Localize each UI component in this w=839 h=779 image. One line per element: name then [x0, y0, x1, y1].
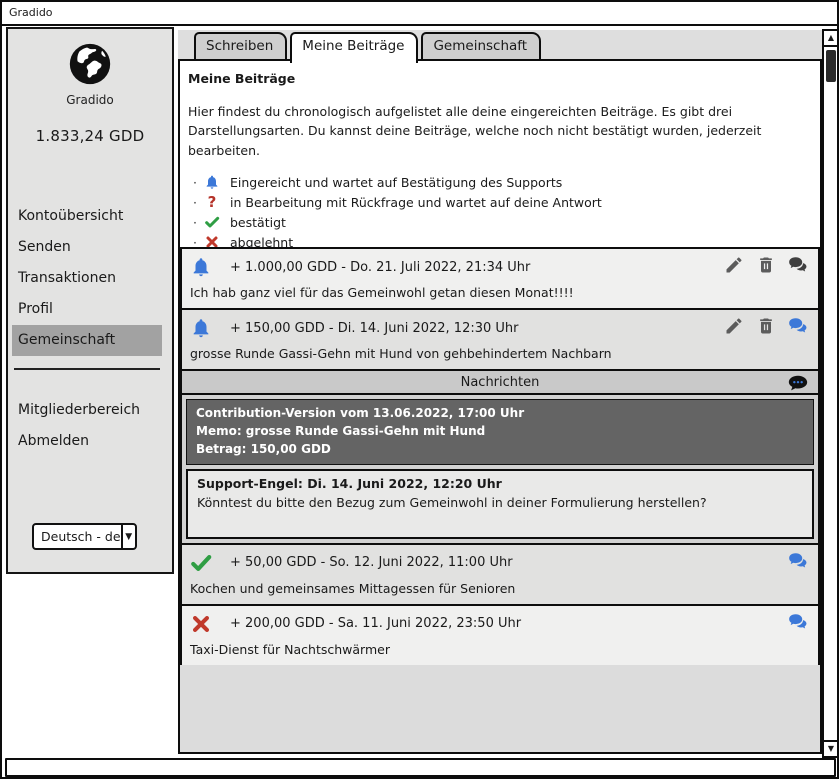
- legend-item-eingereicht: · Eingereicht und wartet auf Bestätigung…: [188, 172, 810, 192]
- contribution-amount-date: + 150,00 GDD - Di. 14. Juni 2022, 12:30 …: [230, 321, 519, 336]
- legend-text: bestätigt: [230, 215, 286, 230]
- contribution-amount-date: + 1.000,00 GDD - Do. 21. Juli 2022, 21:3…: [230, 260, 530, 275]
- chevron-down-icon[interactable]: ▼: [121, 525, 135, 548]
- horizontal-scrollbar[interactable]: [5, 758, 836, 777]
- sidebar-secondary-menu: Mitgliederbereich Abmelden: [12, 395, 162, 457]
- legend-item-bestaetigt: · bestätigt: [188, 212, 810, 232]
- edit-icon[interactable]: [724, 316, 744, 340]
- version-memo: Memo: grosse Runde Gassi-Gehn mit Hund: [196, 422, 804, 440]
- scroll-down-icon[interactable]: ▼: [824, 740, 838, 756]
- balance-amount: 1.833,24 GDD: [8, 127, 172, 145]
- contribution-row[interactable]: + 150,00 GDD - Di. 14. Juni 2022, 12:30 …: [180, 308, 820, 371]
- status-legend: · Eingereicht und wartet auf Bestätigung…: [188, 172, 810, 252]
- main-panel: Meine Beiträge Hier findest du chronolog…: [178, 59, 822, 754]
- chat-icon[interactable]: [788, 612, 808, 636]
- messages-header-title: Nachrichten: [461, 375, 540, 390]
- sidebar-divider: [14, 368, 160, 370]
- contribution-memo: Kochen und gemeinsames Mittagessen für S…: [182, 577, 818, 604]
- contribution-memo: grosse Runde Gassi-Gehn mit Hund von geh…: [182, 342, 818, 369]
- scroll-up-icon[interactable]: ▲: [824, 31, 838, 47]
- bell-icon: [202, 173, 222, 191]
- language-select[interactable]: Deutsch - de ▼: [32, 523, 137, 550]
- logo: Gradido: [8, 42, 172, 107]
- edit-icon[interactable]: [724, 255, 744, 279]
- contribution-amount-date: + 50,00 GDD - So. 12. Juni 2022, 11:00 U…: [230, 555, 513, 570]
- messages-header: Nachrichten: [180, 369, 820, 395]
- tab-strip: Schreiben Meine Beiträge Gemeinschaft: [178, 30, 822, 59]
- contribution-version-message: Contribution-Version vom 13.06.2022, 17:…: [186, 399, 814, 465]
- tab-schreiben[interactable]: Schreiben: [194, 32, 287, 59]
- question-icon: ?: [202, 193, 222, 211]
- support-text: Könntest du bitte den Bezug zum Gemeinwo…: [197, 494, 803, 513]
- page-title: Meine Beiträge: [188, 71, 810, 86]
- legend-text: Eingereicht und wartet auf Bestätigung d…: [230, 175, 562, 190]
- bullet: ·: [188, 215, 202, 230]
- intro-text: Hier findest du chronologisch aufgeliste…: [188, 102, 800, 160]
- scrollbar-thumb[interactable]: [826, 50, 836, 82]
- app-window: Gradido Gradido 1.833,24 GDD Kontoübersi…: [0, 0, 839, 779]
- legend-item-rueckfrage: · ? in Bearbeitung mit Rückfrage und war…: [188, 192, 810, 212]
- sidebar-item-kontouebersicht[interactable]: Kontoübersicht: [12, 201, 162, 232]
- sidebar: Gradido 1.833,24 GDD Kontoübersicht Send…: [6, 27, 174, 574]
- sidebar-item-senden[interactable]: Senden: [12, 232, 162, 263]
- tab-meine-beitraege[interactable]: Meine Beiträge: [290, 32, 418, 63]
- contribution-memo: Ich hab ganz viel für das Gemeinwohl get…: [182, 281, 818, 308]
- chat-icon[interactable]: [788, 255, 808, 279]
- version-line: Contribution-Version vom 13.06.2022, 17:…: [196, 404, 804, 422]
- contribution-amount-date: + 200,00 GDD - Sa. 11. Juni 2022, 23:50 …: [230, 616, 521, 631]
- legend-text: in Bearbeitung mit Rückfrage und wartet …: [230, 195, 602, 210]
- vertical-scrollbar[interactable]: ▲ ▼: [822, 29, 839, 758]
- contribution-row[interactable]: + 1.000,00 GDD - Do. 21. Juli 2022, 21:3…: [180, 247, 820, 310]
- chat-icon[interactable]: [788, 551, 808, 575]
- globe-icon: [68, 71, 112, 90]
- window-titlebar: Gradido: [2, 2, 837, 26]
- logo-label: Gradido: [8, 93, 172, 107]
- language-select-value: Deutsch - de: [34, 525, 121, 548]
- contribution-row[interactable]: + 200,00 GDD - Sa. 11. Juni 2022, 23:50 …: [180, 604, 820, 667]
- window-title: Gradido: [9, 6, 53, 19]
- version-amount: Betrag: 150,00 GDD: [196, 440, 804, 458]
- content-filler: [180, 665, 820, 753]
- bell-icon: [190, 256, 214, 278]
- delete-icon[interactable]: [756, 255, 776, 279]
- sidebar-item-transaktionen[interactable]: Transaktionen: [12, 263, 162, 294]
- sidebar-item-mitgliederbereich[interactable]: Mitgliederbereich: [12, 395, 162, 426]
- chat-icon[interactable]: [788, 316, 808, 340]
- delete-icon[interactable]: [756, 316, 776, 340]
- contribution-memo: Taxi-Dienst für Nachtschwärmer: [182, 638, 818, 665]
- tab-gemeinschaft[interactable]: Gemeinschaft: [421, 32, 541, 59]
- sidebar-menu: Kontoübersicht Senden Transaktionen Prof…: [12, 201, 162, 370]
- cross-icon: [190, 613, 214, 635]
- contribution-row[interactable]: + 50,00 GDD - So. 12. Juni 2022, 11:00 U…: [180, 543, 820, 606]
- bell-icon: [190, 317, 214, 339]
- intro-section: Meine Beiträge Hier findest du chronolog…: [180, 61, 820, 249]
- messages-panel: Contribution-Version vom 13.06.2022, 17:…: [180, 393, 820, 545]
- sidebar-item-gemeinschaft[interactable]: Gemeinschaft: [12, 325, 162, 356]
- bullet: ·: [188, 195, 202, 210]
- support-author-line: Support-Engel: Di. 14. Juni 2022, 12:20 …: [197, 475, 803, 494]
- chat-ellipsis-icon[interactable]: [786, 373, 810, 399]
- support-message: Support-Engel: Di. 14. Juni 2022, 12:20 …: [186, 469, 814, 539]
- sidebar-item-abmelden[interactable]: Abmelden: [12, 426, 162, 457]
- check-icon: [190, 552, 214, 574]
- check-icon: [202, 213, 222, 231]
- sidebar-item-profil[interactable]: Profil: [12, 294, 162, 325]
- bullet: ·: [188, 175, 202, 190]
